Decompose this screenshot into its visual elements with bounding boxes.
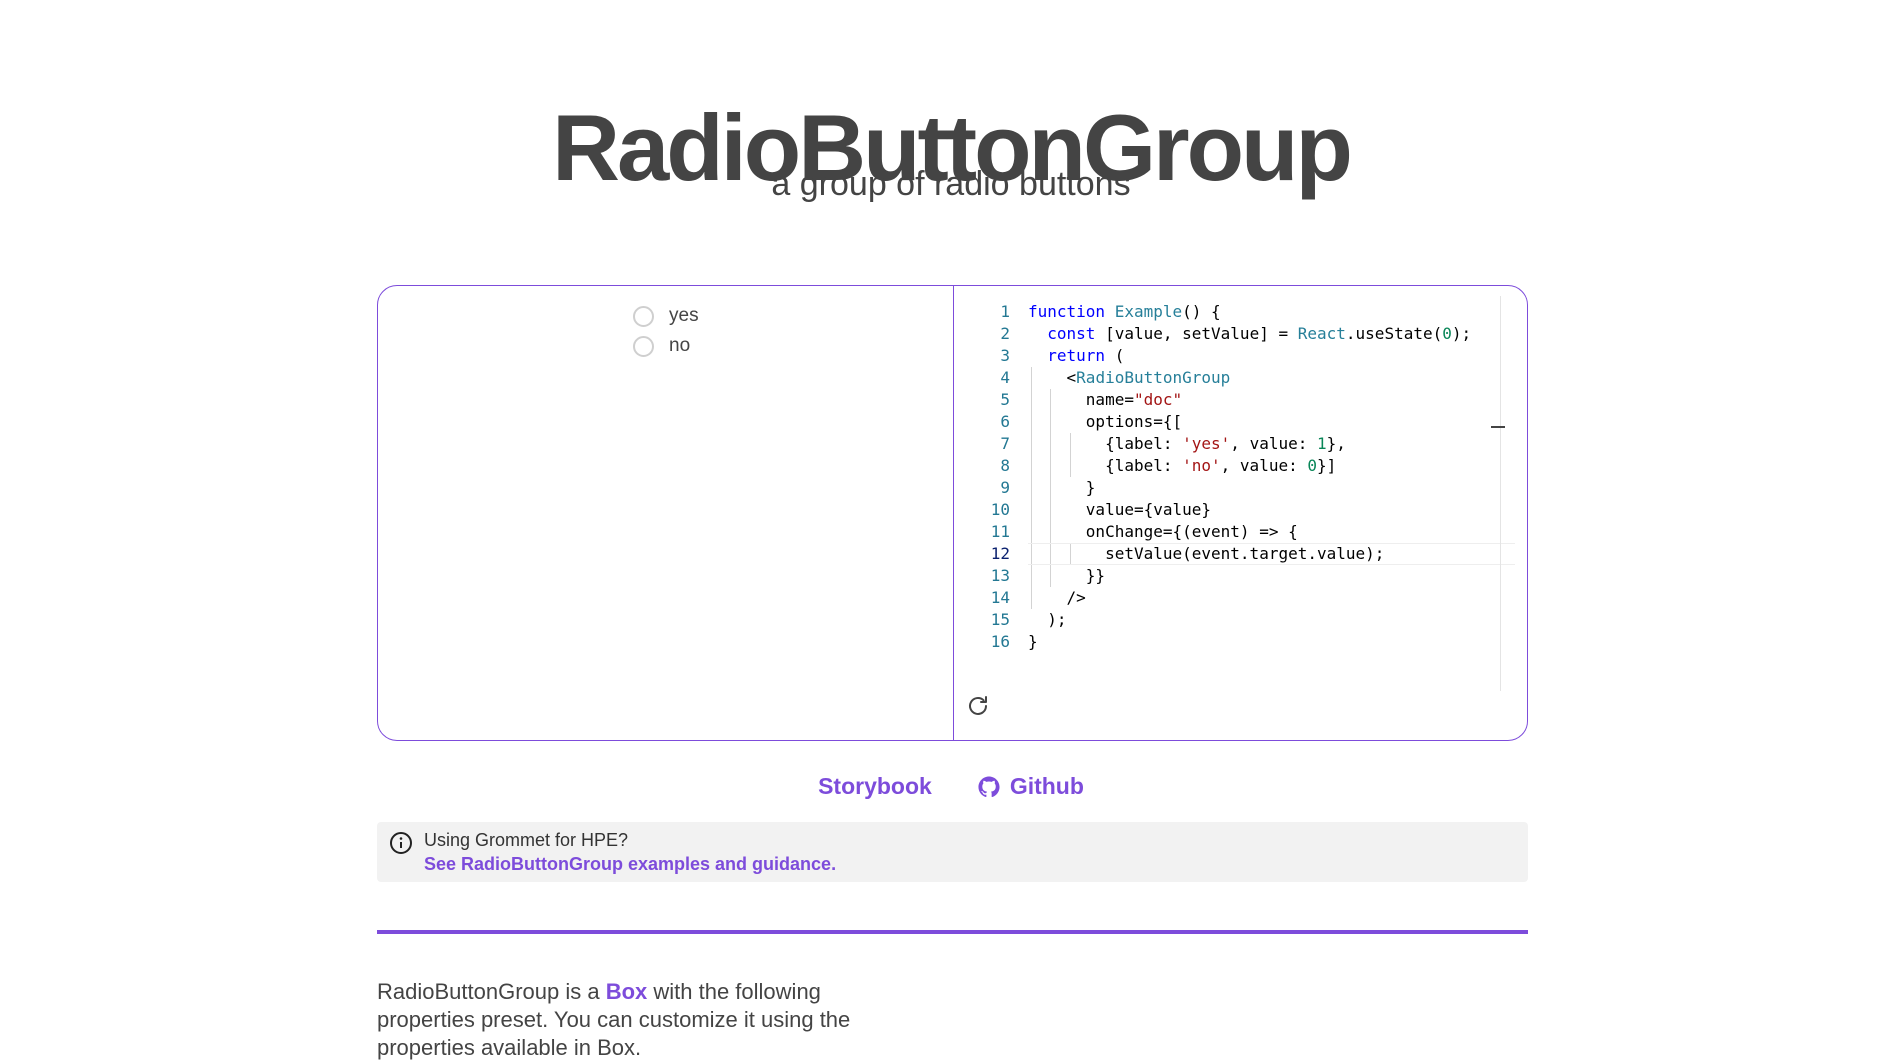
line-number: 13 xyxy=(990,566,1010,585)
github-link[interactable]: Github xyxy=(978,773,1084,800)
code-line[interactable]: return ( xyxy=(1028,345,1515,367)
indent-guide xyxy=(1050,455,1052,477)
code-line[interactable]: } xyxy=(1028,631,1515,653)
indent-guide xyxy=(1050,565,1052,587)
indent-guide xyxy=(1050,389,1052,411)
github-link-label: Github xyxy=(1009,773,1084,799)
scroll-position-marker xyxy=(1491,426,1505,428)
section-divider xyxy=(377,930,1528,934)
line-number-gutter: 1 2 3 4 5 6 7 8 9 10 11 12 13 14 15 16 xyxy=(954,301,1010,653)
code-line[interactable]: name="doc" xyxy=(1028,389,1515,411)
line-number: 9 xyxy=(1000,478,1010,497)
code-editor[interactable]: 1 2 3 4 5 6 7 8 9 10 11 12 13 14 15 16 function Example… xyxy=(954,286,1527,740)
code-line[interactable]: onChange={(event) => { xyxy=(1028,521,1515,543)
indent-guide xyxy=(1050,477,1052,499)
hpe-question: Using Grommet for HPE? xyxy=(424,830,629,850)
line-number: 11 xyxy=(990,522,1010,541)
line-number: 5 xyxy=(1000,390,1010,409)
code-line[interactable]: function Example() { xyxy=(1028,301,1515,323)
storybook-link[interactable]: Storybook xyxy=(818,773,932,800)
radio-option-no[interactable]: no xyxy=(633,335,690,357)
indent-guide xyxy=(1031,565,1033,587)
radio-circle[interactable] xyxy=(633,335,654,357)
line-number: 16 xyxy=(990,632,1010,651)
indent-guide xyxy=(1050,433,1052,455)
indent-guide xyxy=(1031,455,1033,477)
line-number: 10 xyxy=(990,500,1010,519)
indent-guide xyxy=(1031,499,1033,521)
indent-guide xyxy=(1031,544,1033,564)
code-line[interactable]: ); xyxy=(1028,609,1515,631)
indent-guide xyxy=(1069,544,1071,564)
page-subtitle: a group of radio buttons xyxy=(771,165,1131,203)
indent-guide xyxy=(1050,521,1052,543)
line-number: 4 xyxy=(1000,368,1010,387)
indent-guide xyxy=(1069,433,1071,455)
hpe-guidance-link[interactable]: See RadioButtonGroup examples and guidan… xyxy=(424,854,836,875)
line-number: 3 xyxy=(1000,346,1010,365)
info-icon xyxy=(390,832,412,854)
code-line[interactable]: value={value} xyxy=(1028,499,1515,521)
radio-label: yes xyxy=(669,305,699,326)
indent-guide xyxy=(1031,389,1033,411)
line-number: 15 xyxy=(990,610,1010,629)
code-line[interactable]: <RadioButtonGroup xyxy=(1028,367,1515,389)
radio-circle[interactable] xyxy=(633,305,654,327)
resource-links: Storybook Github xyxy=(0,773,1902,800)
code-line[interactable]: /> xyxy=(1028,587,1515,609)
code-line[interactable]: const [value, setValue] = React.useState… xyxy=(1028,323,1515,345)
storybook-link-label: Storybook xyxy=(818,773,932,799)
description-text: RadioButtonGroup is a xyxy=(377,979,606,1004)
preview-pane: yes no xyxy=(378,286,954,740)
radio-option-yes[interactable]: yes xyxy=(633,305,699,327)
github-icon xyxy=(978,775,1000,797)
box-link[interactable]: Box xyxy=(606,979,648,1004)
editor-scrollbar[interactable] xyxy=(1500,296,1501,691)
code-line[interactable]: options={[ xyxy=(1028,411,1515,433)
indent-guide xyxy=(1031,433,1033,455)
hpe-note: Using Grommet for HPE? See RadioButtonGr… xyxy=(377,822,1528,882)
line-number: 12 xyxy=(990,544,1010,563)
code-line[interactable]: }} xyxy=(1028,565,1515,587)
line-number: 6 xyxy=(1000,412,1010,431)
indent-guide xyxy=(1050,499,1052,521)
indent-guide xyxy=(1031,477,1033,499)
code-line[interactable]: {label: 'yes', value: 1}, xyxy=(1028,433,1515,455)
indent-guide xyxy=(1031,521,1033,543)
example-panel: yes no 1 2 3 4 5 6 7 8 9 10 11 12 13 14 15 16 function … xyxy=(377,285,1528,741)
indent-guide xyxy=(1069,455,1071,477)
code-content[interactable]: function Example() { const [value, setVa… xyxy=(1028,301,1515,653)
code-line[interactable]: } xyxy=(1028,477,1515,499)
indent-guide xyxy=(1050,544,1052,564)
line-number: 2 xyxy=(1000,324,1010,343)
line-number: 7 xyxy=(1000,434,1010,453)
line-number: 14 xyxy=(990,588,1010,607)
indent-guide xyxy=(1050,411,1052,433)
indent-guide xyxy=(1031,367,1033,389)
refresh-icon[interactable] xyxy=(966,694,990,718)
code-line[interactable]: setValue(event.target.value); xyxy=(1028,543,1515,565)
description: RadioButtonGroup is a Box with the follo… xyxy=(377,978,897,1062)
indent-guide xyxy=(1031,411,1033,433)
radio-label: no xyxy=(669,335,691,356)
line-number: 8 xyxy=(1000,456,1010,475)
indent-guide xyxy=(1031,587,1033,609)
code-line[interactable]: {label: 'no', value: 0}] xyxy=(1028,455,1515,477)
line-number: 1 xyxy=(1000,302,1010,321)
